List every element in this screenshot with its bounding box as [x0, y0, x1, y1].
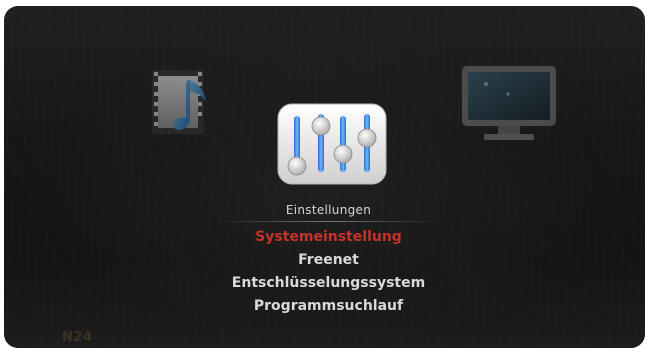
menu-item-programmsuchlauf[interactable]: Programmsuchlauf: [4, 295, 645, 318]
background-ticker-bar: N24: [4, 326, 645, 348]
monitor-icon[interactable]: [460, 62, 558, 148]
menu-item-systemeinstellung[interactable]: Systemeinstellung: [4, 226, 645, 249]
tv-menu-screen: N24 Einstellungen Systemeinstellung Free…: [4, 6, 645, 348]
channel-logo: N24: [62, 330, 93, 345]
film-music-icon[interactable]: [150, 62, 214, 144]
menu-title: Einstellungen: [285, 203, 372, 217]
settings-menu: Systemeinstellung Freenet Entschlüsselun…: [4, 226, 645, 318]
equalizer-settings-icon[interactable]: [276, 102, 388, 188]
menu-item-entschluesselungssystem[interactable]: Entschlüsselungssystem: [4, 272, 645, 295]
menu-item-freenet[interactable]: Freenet: [4, 249, 645, 272]
menu-divider: [218, 221, 439, 222]
